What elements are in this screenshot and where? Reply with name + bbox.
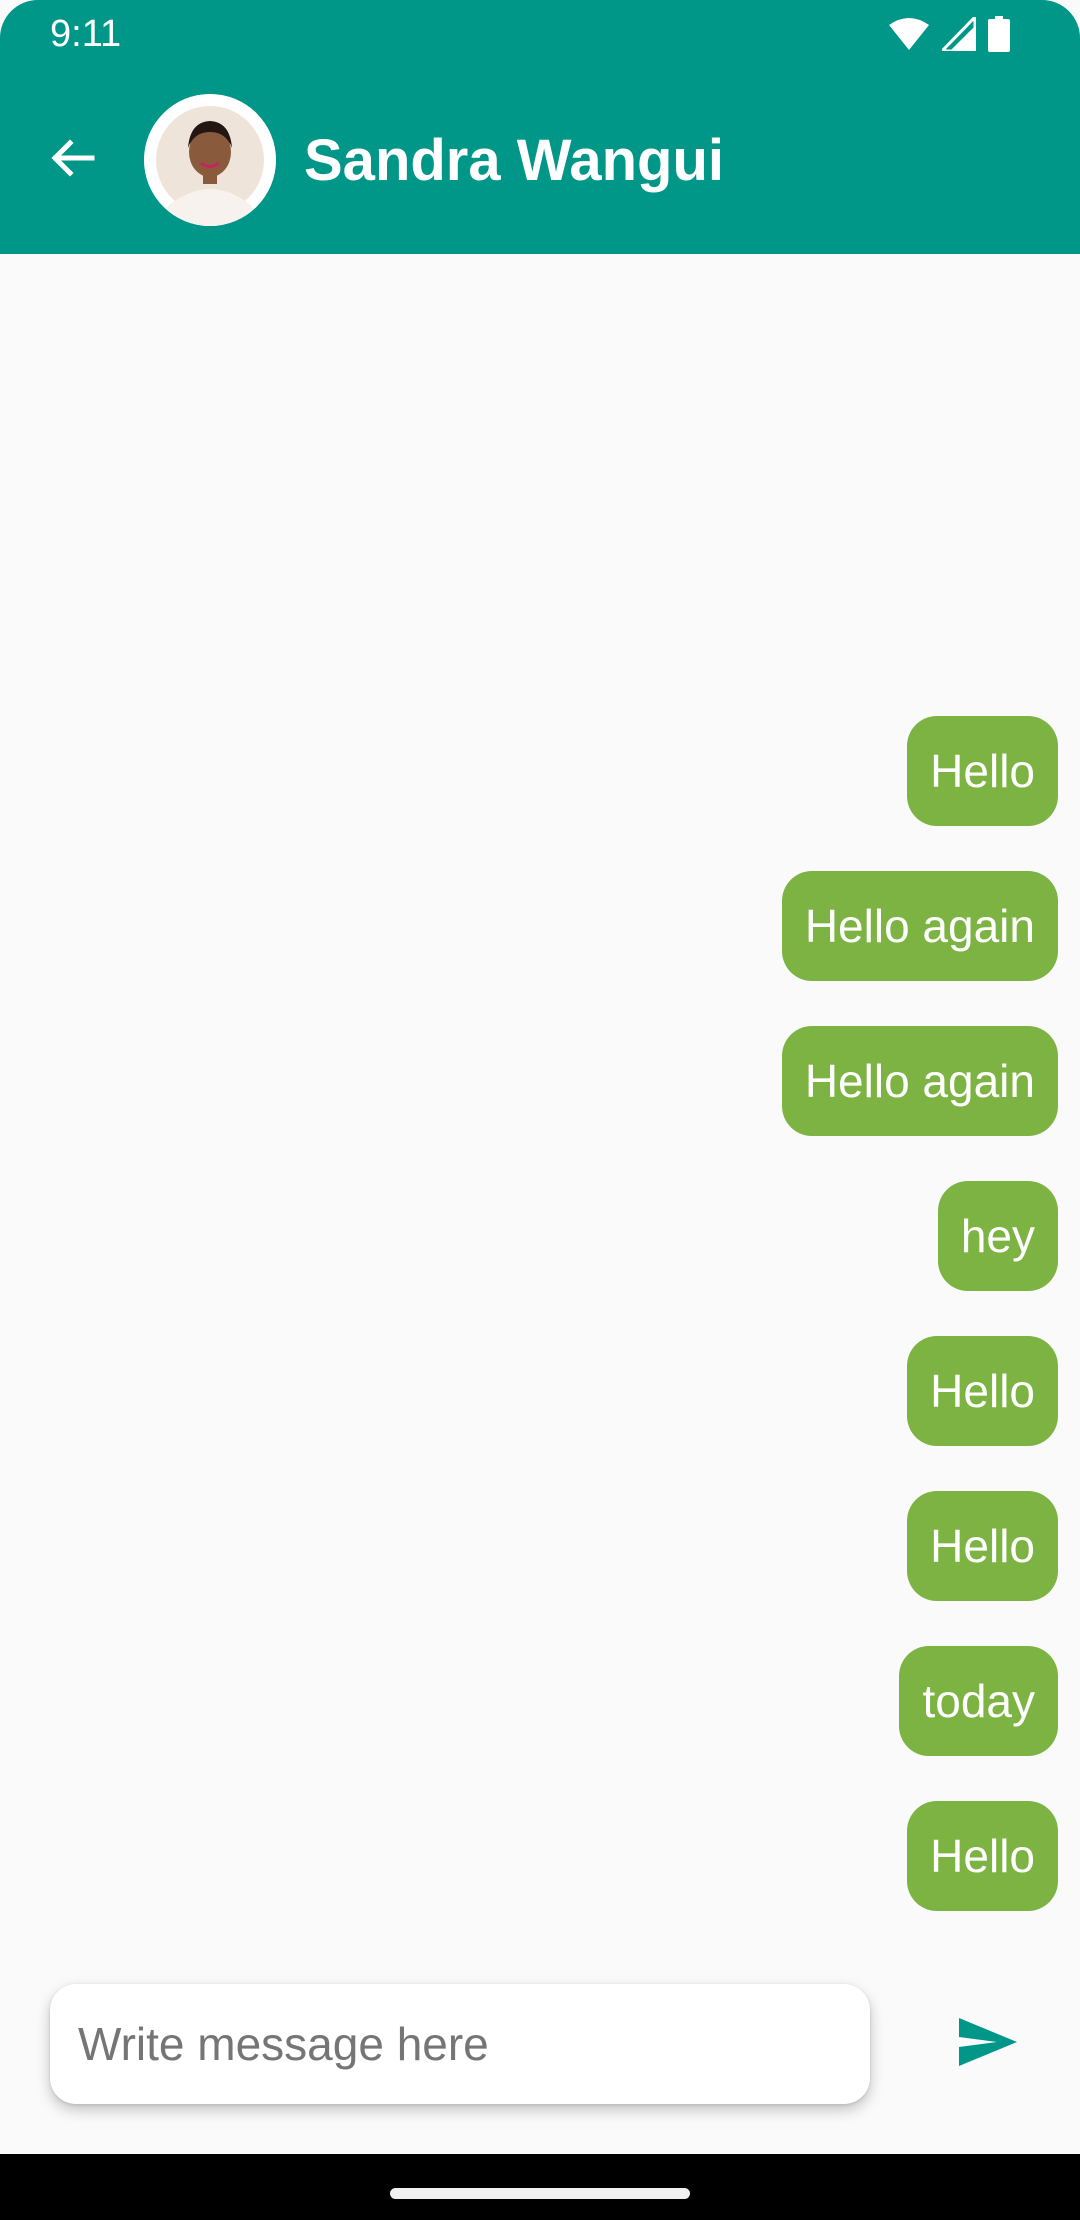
message-bubble[interactable]: Hello: [907, 1491, 1058, 1601]
contact-name: Sandra Wangui: [304, 128, 724, 193]
cellular-signal-icon: [942, 17, 976, 51]
home-indicator[interactable]: [390, 2188, 690, 2199]
send-button[interactable]: [948, 2004, 1028, 2084]
system-navigation-bar: [0, 2154, 1080, 2220]
wifi-icon: [888, 17, 930, 51]
message-bubble[interactable]: Hello: [907, 1801, 1058, 1911]
send-icon: [957, 2016, 1019, 2073]
message-composer: [50, 1984, 870, 2104]
message-bubble[interactable]: Hello: [907, 716, 1058, 826]
message-bubble[interactable]: Hello: [907, 1336, 1058, 1446]
arrow-back-icon: [48, 134, 96, 187]
app-header: 9:11 Sandra Wangui: [0, 0, 1080, 254]
status-icons: [888, 14, 1010, 54]
message-bubble[interactable]: Hello again: [781, 1026, 1058, 1136]
contact-avatar[interactable]: [144, 94, 276, 226]
message-input[interactable]: [50, 1984, 870, 2104]
battery-icon: [988, 16, 1010, 52]
message-list: Hello Hello again Hello again hey Hello …: [58, 716, 1058, 1911]
status-time: 9:11: [50, 13, 122, 55]
back-button[interactable]: [36, 124, 108, 196]
message-bubble[interactable]: Hello again: [781, 871, 1058, 981]
message-bubble[interactable]: hey: [937, 1181, 1058, 1291]
message-bubble[interactable]: today: [899, 1646, 1058, 1756]
